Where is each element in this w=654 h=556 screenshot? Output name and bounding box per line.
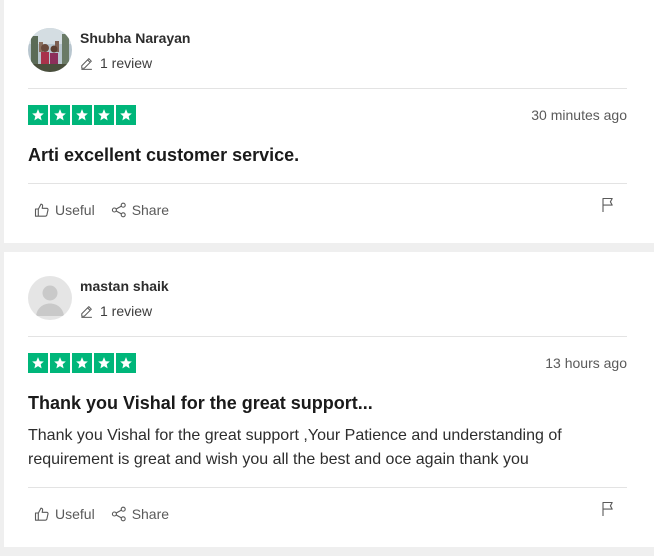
reviewer-info[interactable]: mastan shaik 1 review bbox=[28, 276, 169, 320]
thumbs-up-icon bbox=[34, 507, 49, 521]
reviewer-info[interactable]: Shubha Narayan 1 review bbox=[28, 28, 190, 72]
share-icon bbox=[111, 202, 126, 218]
report-button[interactable] bbox=[601, 197, 615, 218]
star-icon bbox=[94, 105, 114, 125]
divider bbox=[28, 336, 627, 337]
star-icon bbox=[116, 353, 136, 373]
star-rating bbox=[28, 105, 136, 125]
star-icon bbox=[50, 353, 70, 373]
review-count: 1 review bbox=[80, 54, 190, 72]
report-button[interactable] bbox=[601, 501, 615, 522]
review-count: 1 review bbox=[80, 302, 169, 320]
divider bbox=[28, 487, 627, 488]
review-date: 13 hours ago bbox=[545, 355, 627, 371]
review-title[interactable]: Arti excellent customer service. bbox=[28, 144, 627, 166]
review-title[interactable]: Thank you Vishal for the great support..… bbox=[28, 392, 627, 414]
review-count-label: 1 review bbox=[100, 303, 153, 319]
review-actions: Useful Share bbox=[34, 506, 185, 522]
pencil-icon bbox=[81, 305, 92, 318]
share-icon bbox=[111, 506, 126, 522]
useful-button[interactable]: Useful bbox=[34, 506, 95, 522]
star-rating bbox=[28, 353, 136, 373]
star-icon bbox=[50, 105, 70, 125]
star-icon bbox=[72, 105, 92, 125]
default-person-avatar bbox=[28, 276, 72, 320]
divider bbox=[28, 88, 627, 89]
reviewer-avatar[interactable] bbox=[28, 28, 72, 72]
useful-label: Useful bbox=[55, 202, 95, 218]
star-icon bbox=[94, 353, 114, 373]
flag-icon bbox=[602, 501, 613, 516]
star-icon bbox=[28, 353, 48, 373]
reviewer-name[interactable]: mastan shaik bbox=[80, 277, 169, 295]
share-label: Share bbox=[131, 506, 170, 522]
photo-avatar-image bbox=[28, 28, 72, 72]
flag-icon bbox=[602, 197, 613, 212]
review-date: 30 minutes ago bbox=[531, 107, 627, 123]
share-button[interactable]: Share bbox=[111, 202, 169, 218]
pencil-icon bbox=[81, 57, 92, 70]
useful-label: Useful bbox=[55, 506, 95, 522]
review-card: mastan shaik 1 review 13 hours ago Thank… bbox=[4, 252, 654, 547]
star-icon bbox=[72, 353, 92, 373]
review-actions: Useful Share bbox=[34, 202, 185, 218]
review-count-label: 1 review bbox=[100, 55, 153, 71]
thumbs-up-icon bbox=[34, 203, 49, 217]
useful-button[interactable]: Useful bbox=[34, 202, 95, 218]
review-text: Thank you Vishal for the great support ,… bbox=[28, 427, 562, 468]
star-icon bbox=[28, 105, 48, 125]
reviewer-avatar[interactable] bbox=[28, 276, 72, 320]
reviewer-name[interactable]: Shubha Narayan bbox=[80, 29, 190, 47]
star-icon bbox=[116, 105, 136, 125]
share-label: Share bbox=[131, 202, 170, 218]
share-button[interactable]: Share bbox=[111, 506, 169, 522]
review-card: Shubha Narayan 1 review 30 minutes ago A… bbox=[4, 0, 654, 243]
divider bbox=[28, 183, 627, 184]
